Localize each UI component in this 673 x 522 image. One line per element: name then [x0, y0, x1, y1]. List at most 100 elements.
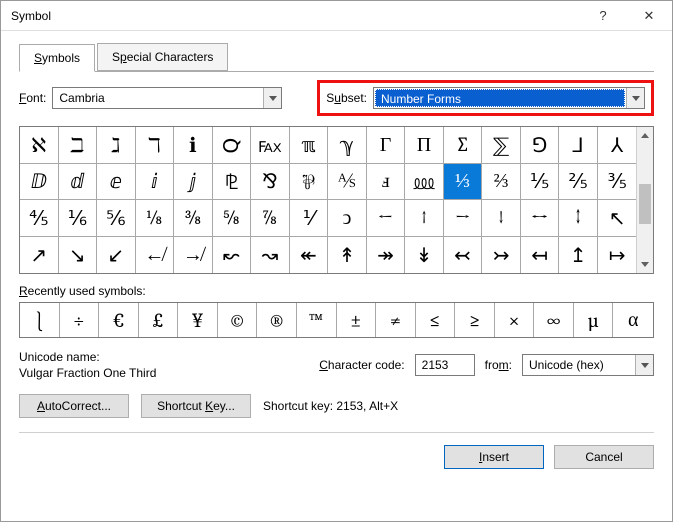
recent-symbol-cell[interactable]: ÷ [60, 303, 100, 337]
recent-symbol-cell[interactable]: ± [337, 303, 377, 337]
symbol-cell[interactable]: ↛ [174, 237, 213, 274]
symbol-cell[interactable]: ↦ [598, 237, 637, 274]
tab-symbols[interactable]: Symbols [19, 44, 95, 72]
recent-symbol-cell[interactable]: ™ [297, 303, 337, 337]
symbol-cell[interactable]: ⅉ [174, 164, 213, 201]
recent-symbol-cell[interactable]: ∞ [534, 303, 574, 337]
symbol-cell[interactable]: ↢ [444, 237, 483, 274]
recent-symbol-cell[interactable]: α [613, 303, 653, 337]
recent-symbol-cell[interactable]: ¥ [178, 303, 218, 337]
symbol-cell[interactable]: ⅄ [598, 127, 637, 164]
symbol-cell[interactable]: ↔ [521, 200, 560, 237]
symbol-cell[interactable]: ↘ [59, 237, 98, 274]
symbol-cell[interactable]: ⅝ [213, 200, 252, 237]
symbol-cell[interactable]: ℼ [290, 127, 329, 164]
symbol-cell[interactable]: ↝ [251, 237, 290, 274]
symbol-cell[interactable]: ⅛ [136, 200, 175, 237]
symbol-cell[interactable]: ↥ [559, 237, 598, 274]
cancel-button[interactable]: Cancel [554, 445, 654, 469]
symbol-cell[interactable]: ⅏ [405, 164, 444, 201]
symbol-cell[interactable]: Γ [367, 127, 406, 164]
symbol-cell[interactable]: ↡ [405, 237, 444, 274]
scrollbar[interactable] [636, 127, 653, 273]
symbol-cell[interactable]: ⅖ [559, 164, 598, 201]
symbol-cell[interactable]: ↑ [405, 200, 444, 237]
insert-button[interactable]: Insert [444, 445, 544, 469]
recent-symbol-cell[interactable]: ≤ [416, 303, 456, 337]
symbol-cell[interactable]: ⅆ [59, 164, 98, 201]
symbol-cell[interactable]: ↞ [290, 237, 329, 274]
symbol-cell[interactable]: ↖ [598, 200, 637, 237]
scroll-track[interactable] [637, 144, 653, 256]
recent-symbol-cell[interactable]: ≥ [455, 303, 495, 337]
symbol-cell[interactable]: ⅊ [213, 164, 252, 201]
symbol-cell[interactable]: ⅁ [521, 127, 560, 164]
recent-symbol-cell[interactable]: ≠ [376, 303, 416, 337]
char-code-input[interactable]: 2153 [415, 354, 475, 376]
symbol-cell[interactable]: ⅘ [20, 200, 59, 237]
symbol-cell[interactable]: ↓ [482, 200, 521, 237]
symbol-cell[interactable]: ↄ [328, 200, 367, 237]
symbol-cell[interactable]: ↜ [213, 237, 252, 274]
recent-symbol-cell[interactable]: µ [574, 303, 614, 337]
recent-symbol-cell[interactable]: ® [257, 303, 297, 337]
symbol-grid[interactable]: ℵℶℷℸℹ℺℻ℼℽΓΠ∑⅀⅁⅃⅄ ⅅⅆⅇⅈⅉ⅊⅋⅌⅍ⅎ⅏⅓⅔⅕⅖⅗ ⅘⅙⅚⅛⅜⅝⅞⅟… [20, 127, 636, 273]
symbol-cell[interactable]: ↙ [97, 237, 136, 274]
recent-symbol-cell[interactable]: ⎱ [20, 303, 60, 337]
symbol-cell[interactable]: ⅇ [97, 164, 136, 201]
symbol-cell[interactable]: ↠ [367, 237, 406, 274]
symbol-cell[interactable]: ⅅ [20, 164, 59, 201]
dialog-content: Symbols Special Characters Font: Cambria… [1, 31, 672, 483]
symbol-cell[interactable]: ⅍ [328, 164, 367, 201]
symbol-cell[interactable]: Π [405, 127, 444, 164]
symbol-cell[interactable]: ⅞ [251, 200, 290, 237]
scroll-thumb[interactable] [639, 184, 651, 224]
close-button[interactable]: ✕ [626, 1, 672, 31]
symbol-cell[interactable]: ⅀ [482, 127, 521, 164]
symbol-cell[interactable]: ⅗ [598, 164, 637, 201]
symbol-cell[interactable]: ⅜ [174, 200, 213, 237]
symbol-cell[interactable]: ↗ [20, 237, 59, 274]
symbol-cell[interactable]: ↟ [328, 237, 367, 274]
shortcut-key-button[interactable]: Shortcut Key... [141, 394, 251, 418]
autocorrect-button[interactable]: AutoCorrect... [19, 394, 129, 418]
symbol-cell[interactable]: ⅃ [559, 127, 598, 164]
symbol-cell[interactable]: → [444, 200, 483, 237]
symbol-cell[interactable]: ↣ [482, 237, 521, 274]
recent-symbol-cell[interactable]: € [99, 303, 139, 337]
symbol-cell[interactable]: ↕ [559, 200, 598, 237]
symbol-cell[interactable]: ↤ [521, 237, 560, 274]
symbol-cell[interactable]: ⅔ [482, 164, 521, 201]
scroll-up-icon[interactable] [637, 127, 653, 144]
symbol-cell[interactable]: ↚ [136, 237, 175, 274]
symbol-cell[interactable]: ⅌ [290, 164, 329, 201]
symbol-cell[interactable]: ℺ [213, 127, 252, 164]
symbol-cell[interactable]: ℸ [136, 127, 175, 164]
symbol-cell[interactable]: ℶ [59, 127, 98, 164]
recent-symbol-cell[interactable]: × [495, 303, 535, 337]
symbol-cell[interactable]: ⅟ [290, 200, 329, 237]
subset-combo[interactable]: Number Forms [373, 87, 645, 109]
symbol-cell[interactable]: ⅋ [251, 164, 290, 201]
symbol-cell[interactable]: ℻ [251, 127, 290, 164]
tab-special-characters[interactable]: Special Characters [97, 43, 228, 71]
font-combo[interactable]: Cambria [52, 87, 282, 109]
from-combo[interactable]: Unicode (hex) [522, 354, 654, 376]
symbol-cell[interactable]: ℷ [97, 127, 136, 164]
symbol-cell[interactable]: ⅈ [136, 164, 175, 201]
symbol-cell[interactable]: ⅓ [444, 164, 483, 201]
symbol-cell[interactable]: ℽ [328, 127, 367, 164]
symbol-cell[interactable]: ⅙ [59, 200, 98, 237]
help-button[interactable]: ? [580, 1, 626, 31]
symbol-cell[interactable]: ⅕ [521, 164, 560, 201]
symbol-cell[interactable]: ∑ [444, 127, 483, 164]
symbol-cell[interactable]: ← [367, 200, 406, 237]
symbol-cell[interactable]: ⅚ [97, 200, 136, 237]
recent-symbol-cell[interactable]: £ [139, 303, 179, 337]
symbol-cell[interactable]: ℹ [174, 127, 213, 164]
symbol-cell[interactable]: ⅎ [367, 164, 406, 201]
symbol-cell[interactable]: ℵ [20, 127, 59, 164]
recent-symbol-cell[interactable]: © [218, 303, 258, 337]
recent-grid[interactable]: ⎱÷€£¥©®™±≠≤≥×∞µα [19, 302, 654, 338]
scroll-down-icon[interactable] [637, 256, 653, 273]
